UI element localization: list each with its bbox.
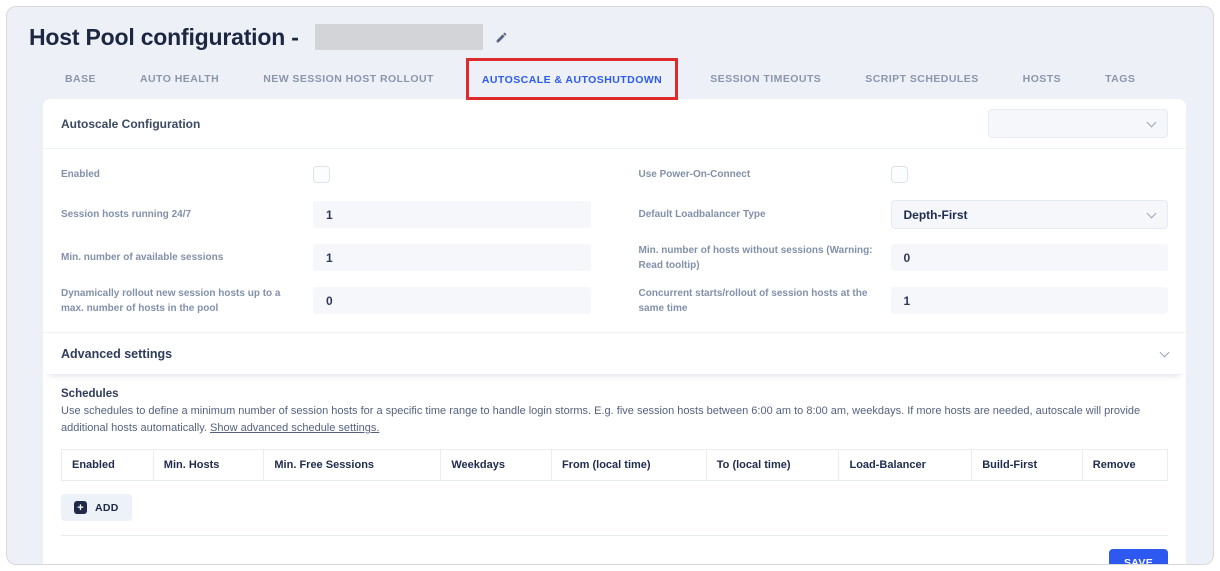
column-header-min-free-sessions: Min. Free Sessions (264, 450, 441, 481)
field-label: Default Loadbalancer Type (639, 207, 891, 222)
chevron-down-icon (1160, 347, 1170, 357)
schedules-description: Use schedules to define a minimum number… (61, 403, 1168, 437)
section-title: Autoscale Configuration (61, 117, 200, 131)
autoscale-form: Enabled Session hosts running 24/7 1 Min… (43, 149, 1186, 332)
min-hosts-without-sessions-input[interactable]: 0 (891, 244, 1169, 271)
field-label: Min. number of hosts without sessions (W… (639, 243, 891, 273)
tab-bar: BASE AUTO HEALTH NEW SESSION HOST ROLLOU… (43, 61, 1185, 97)
column-header-remove: Remove (1082, 450, 1167, 481)
concurrent-starts-input[interactable]: 1 (891, 287, 1169, 314)
add-schedule-button[interactable]: + ADD (61, 494, 132, 521)
enabled-checkbox[interactable] (313, 166, 330, 183)
dynamic-rollout-max-hosts-input[interactable]: 0 (313, 287, 591, 314)
tab-hosts[interactable]: HOSTS (1023, 73, 1061, 85)
field-label: Use Power-On-Connect (639, 167, 891, 182)
schedules-section: Schedules Use schedules to define a mini… (43, 374, 1186, 565)
form-column-left: Enabled Session hosts running 24/7 1 Min… (61, 155, 591, 322)
redacted-hostpool-name (315, 24, 483, 50)
field-row-min-available-sessions: Min. number of available sessions 1 (61, 236, 591, 279)
app-window: Host Pool configuration - BASE AUTO HEAL… (6, 6, 1214, 565)
min-available-sessions-input[interactable]: 1 (313, 244, 591, 271)
schedules-table: Enabled Min. Hosts Min. Free Sessions We… (61, 449, 1168, 481)
active-tab-red-highlight: AUTOSCALE & AUTOSHUTDOWN (466, 58, 678, 100)
default-loadbalancer-select[interactable]: Depth-First (891, 200, 1169, 229)
advanced-settings-toggle[interactable]: Advanced settings (43, 332, 1186, 374)
tab-tags[interactable]: TAGS (1105, 73, 1135, 85)
field-label: Concurrent starts/rollout of session hos… (639, 286, 891, 316)
column-header-min-hosts: Min. Hosts (153, 450, 264, 481)
tab-base[interactable]: BASE (65, 73, 96, 85)
chevron-down-icon (1147, 117, 1157, 127)
field-row-session-hosts-24-7: Session hosts running 24/7 1 (61, 193, 591, 236)
field-row-default-loadbalancer: Default Loadbalancer Type Depth-First (639, 193, 1169, 236)
add-button-label: ADD (95, 502, 119, 514)
autoscale-card: Autoscale Configuration Enabled Session … (43, 99, 1186, 565)
show-advanced-schedule-settings-link[interactable]: Show advanced schedule settings. (210, 422, 379, 434)
tab-session-timeouts[interactable]: SESSION TIMEOUTS (710, 73, 821, 85)
column-header-weekdays: Weekdays (441, 450, 552, 481)
field-label: Min. number of available sessions (61, 250, 313, 265)
default-loadbalancer-select-value: Depth-First (904, 208, 968, 222)
advanced-settings-label: Advanced settings (61, 347, 172, 361)
page-title: Host Pool configuration - (29, 24, 299, 51)
plus-icon: + (74, 501, 87, 514)
tab-script-schedules[interactable]: SCRIPT SCHEDULES (865, 73, 978, 85)
tab-new-session-host-rollout[interactable]: NEW SESSION HOST ROLLOUT (263, 73, 434, 85)
field-label: Dynamically rollout new session hosts up… (61, 286, 313, 316)
tab-auto-health[interactable]: AUTO HEALTH (140, 73, 219, 85)
field-row-enabled: Enabled (61, 155, 591, 193)
schedules-table-header-row: Enabled Min. Hosts Min. Free Sessions We… (62, 450, 1168, 481)
config-preset-select[interactable] (988, 109, 1168, 138)
column-header-enabled: Enabled (62, 450, 154, 481)
column-header-load-balancer: Load-Balancer (839, 450, 972, 481)
save-button[interactable]: SAVE (1109, 549, 1168, 565)
field-row-dynamic-rollout-max-hosts: Dynamically rollout new session hosts up… (61, 279, 591, 322)
column-header-build-first: Build-First (972, 450, 1083, 481)
tab-autoscale-autoshutdown[interactable]: AUTOSCALE & AUTOSHUTDOWN (482, 74, 662, 86)
form-column-right: Use Power-On-Connect Default Loadbalance… (639, 155, 1169, 322)
autoscale-card-header: Autoscale Configuration (43, 99, 1186, 149)
session-hosts-24-7-input[interactable]: 1 (313, 201, 591, 228)
column-header-from-local-time: From (local time) (551, 450, 706, 481)
page-header: Host Pool configuration - BASE AUTO HEAL… (7, 7, 1213, 97)
field-row-concurrent-starts: Concurrent starts/rollout of session hos… (639, 279, 1169, 322)
field-label: Session hosts running 24/7 (61, 207, 313, 222)
power-on-connect-checkbox[interactable] (891, 166, 908, 183)
schedules-title: Schedules (61, 388, 1168, 400)
edit-icon[interactable] (495, 31, 508, 44)
field-label: Enabled (61, 167, 313, 182)
field-row-min-hosts-without-sessions: Min. number of hosts without sessions (W… (639, 236, 1169, 279)
column-header-to-local-time: To (local time) (706, 450, 839, 481)
field-row-power-on-connect: Use Power-On-Connect (639, 155, 1169, 193)
chevron-down-icon (1147, 208, 1157, 218)
